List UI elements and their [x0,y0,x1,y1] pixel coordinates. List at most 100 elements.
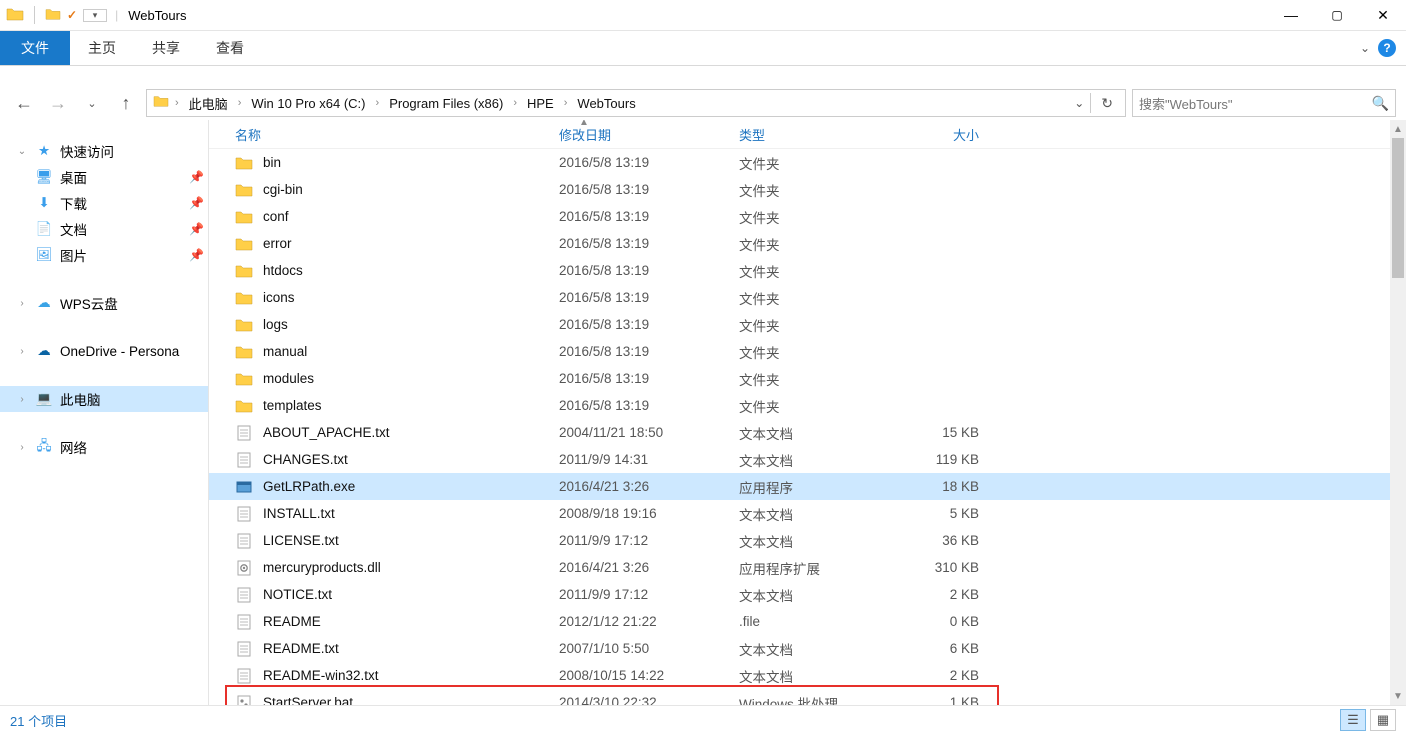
search-input[interactable]: 搜索"WebTours" 🔍 [1132,89,1396,117]
breadcrumb-item[interactable]: HPE [523,90,558,116]
file-size: 18 KB [889,479,985,494]
file-row[interactable]: manual2016/5/8 13:19文件夹 [209,338,1406,365]
column-name[interactable]: 名称 [209,125,559,144]
file-name: README [263,614,321,629]
chevron-right-icon[interactable]: › [175,97,185,109]
file-row[interactable]: ABOUT_APACHE.txt2004/11/21 18:50文本文档15 K… [209,419,1406,446]
minimize-button[interactable]: — [1268,0,1314,30]
tab-view[interactable]: 查看 [198,31,262,65]
view-details-button[interactable]: ☰ [1340,709,1366,731]
scroll-down-icon[interactable]: ▼ [1390,687,1406,705]
tree-network[interactable]: › 🖧 网络 [0,434,208,460]
nav-back-button[interactable]: ← [10,89,38,117]
tree-wps[interactable]: › ☁ WPS云盘 [0,290,208,316]
tab-home[interactable]: 主页 [70,31,134,65]
file-type: 文件夹 [739,288,889,308]
view-icons-button[interactable]: ▦ [1370,709,1396,731]
nav-up-button[interactable]: ↑ [112,89,140,117]
tree-documents[interactable]: 📄 文档 📌 [0,216,208,242]
txt-icon [235,667,253,685]
file-name: manual [263,344,307,359]
file-name: logs [263,317,288,332]
scroll-up-icon[interactable]: ▲ [1390,120,1406,138]
tree-label: WPS云盘 [60,293,118,313]
file-date: 2016/4/21 3:26 [559,479,739,494]
column-type[interactable]: 类型 [739,125,889,144]
tree-label: 此电脑 [60,389,101,409]
file-name: LICENSE.txt [263,533,339,548]
tree-quick-access[interactable]: ⌄ ★ 快速访问 [0,138,208,164]
file-type: 文件夹 [739,234,889,254]
file-type: .file [739,614,889,629]
file-name: bin [263,155,281,170]
file-row[interactable]: logs2016/5/8 13:19文件夹 [209,311,1406,338]
breadcrumb-item[interactable]: 此电脑 [185,90,232,116]
qat-dropdown[interactable]: ▾ [83,9,107,22]
breadcrumb-item[interactable]: Program Files (x86) [385,90,507,116]
download-icon: ⬇ [36,195,52,211]
file-size: 36 KB [889,533,985,548]
chevron-right-icon[interactable]: › [370,97,386,109]
file-row[interactable]: bin2016/5/8 13:19文件夹 [209,149,1406,176]
file-row[interactable]: icons2016/5/8 13:19文件夹 [209,284,1406,311]
ribbon-expand-icon[interactable]: ⌄ [1360,41,1370,55]
folder-icon [235,397,253,415]
close-button[interactable]: ✕ [1360,0,1406,30]
file-type: 文件夹 [739,207,889,227]
chevron-right-icon[interactable]: › [507,97,523,109]
address-dropdown-icon[interactable]: ⌄ [1068,96,1090,110]
file-type: 文本文档 [739,585,889,605]
file-date: 2016/5/8 13:19 [559,155,739,170]
tree-pictures[interactable]: 🖼 图片 📌 [0,242,208,268]
file-row[interactable]: error2016/5/8 13:19文件夹 [209,230,1406,257]
tab-file[interactable]: 文件 [0,31,70,65]
folder-icon-small[interactable] [45,7,61,24]
document-icon: 📄 [36,221,52,237]
tree-onedrive[interactable]: › ☁ OneDrive - Persona [0,338,208,364]
file-row[interactable]: templates2016/5/8 13:19文件夹 [209,392,1406,419]
tree-label: 桌面 [60,167,87,187]
tree-label: 网络 [60,437,87,457]
column-size[interactable]: 大小 [889,125,985,144]
breadcrumb-item[interactable]: WebTours [573,90,639,116]
breadcrumb-item[interactable]: Win 10 Pro x64 (C:) [247,90,369,116]
file-size: 119 KB [889,452,985,467]
chevron-right-icon[interactable]: › [558,97,574,109]
scroll-thumb[interactable] [1392,138,1404,278]
file-row[interactable]: INSTALL.txt2008/9/18 19:16文本文档5 KB [209,500,1406,527]
txt-icon [235,505,253,523]
refresh-button[interactable]: ↻ [1090,93,1119,113]
file-row[interactable]: mercuryproducts.dll2016/4/21 3:26应用程序扩展3… [209,554,1406,581]
file-row[interactable]: cgi-bin2016/5/8 13:19文件夹 [209,176,1406,203]
pin-icon: 📌 [189,222,204,236]
file-row[interactable]: modules2016/5/8 13:19文件夹 [209,365,1406,392]
file-row[interactable]: NOTICE.txt2011/9/9 17:12文本文档2 KB [209,581,1406,608]
file-name: README.txt [263,641,339,656]
file-row[interactable]: conf2016/5/8 13:19文件夹 [209,203,1406,230]
file-row[interactable]: GetLRPath.exe2016/4/21 3:26应用程序18 KB [209,473,1406,500]
help-icon[interactable]: ? [1378,39,1396,57]
tab-share[interactable]: 共享 [134,31,198,65]
file-size: 15 KB [889,425,985,440]
file-name: cgi-bin [263,182,303,197]
tree-this-pc[interactable]: › 💻 此电脑 [0,386,208,412]
maximize-button[interactable]: ▢ [1314,0,1360,30]
file-row[interactable]: CHANGES.txt2011/9/9 14:31文本文档119 KB [209,446,1406,473]
file-row[interactable]: README.txt2007/1/10 5:50文本文档6 KB [209,635,1406,662]
file-date: 2011/9/9 17:12 [559,587,739,602]
scrollbar[interactable]: ▲ ▼ [1390,120,1406,705]
nav-forward-button[interactable]: → [44,89,72,117]
file-date: 2016/5/8 13:19 [559,209,739,224]
file-row[interactable]: LICENSE.txt2011/9/9 17:12文本文档36 KB [209,527,1406,554]
file-row[interactable]: htdocs2016/5/8 13:19文件夹 [209,257,1406,284]
address-bar[interactable]: › 此电脑 › Win 10 Pro x64 (C:) › Program Fi… [146,89,1126,117]
file-icon [235,613,253,631]
nav-recent-dropdown[interactable]: ⌄ [78,89,106,117]
chevron-right-icon[interactable]: › [232,97,248,109]
file-name: templates [263,398,322,413]
tree-downloads[interactable]: ⬇ 下载 📌 [0,190,208,216]
checkbox-icon[interactable]: ✓ [67,8,77,22]
file-row[interactable]: README2012/1/12 21:22.file0 KB [209,608,1406,635]
tree-desktop[interactable]: 🖥 桌面 📌 [0,164,208,190]
search-icon[interactable]: 🔍 [1372,95,1389,112]
